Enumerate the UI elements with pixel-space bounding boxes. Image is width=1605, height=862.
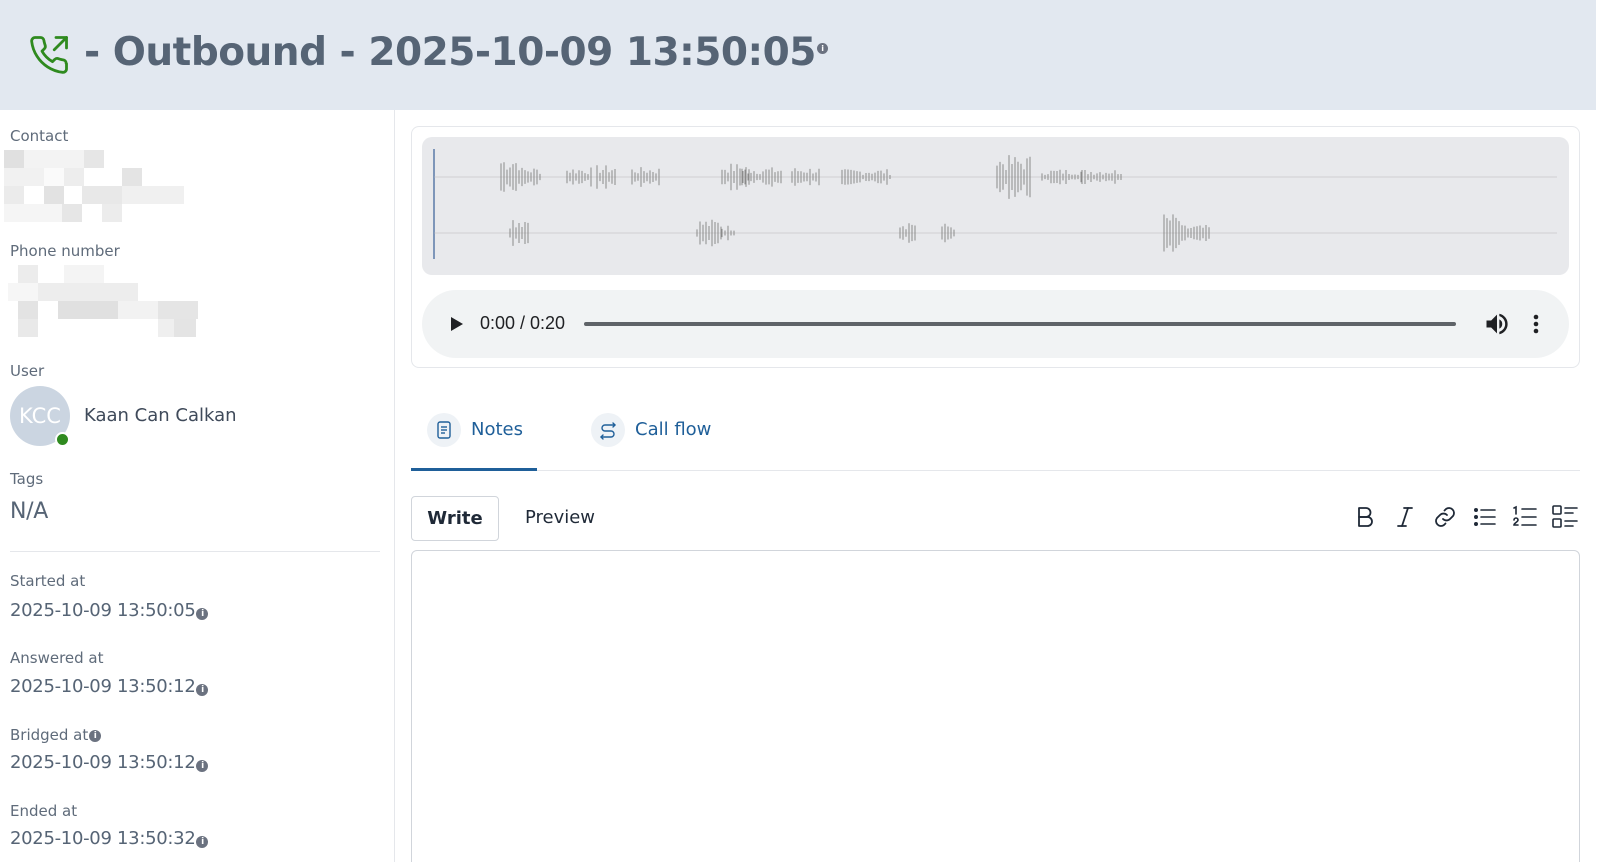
tags-value: N/A xyxy=(10,499,49,524)
info-icon[interactable]: i xyxy=(196,684,209,696)
bridged-at-label: Bridged at i xyxy=(10,726,102,744)
contact-redacted xyxy=(4,150,184,222)
more-options-icon[interactable] xyxy=(1525,310,1547,338)
audio-player: 0:00 / 0:20 xyxy=(422,290,1569,358)
info-icon[interactable]: i xyxy=(196,760,209,772)
numbered-list-icon[interactable] xyxy=(1511,503,1539,531)
call-details-sidebar: Contact Phone number User xyxy=(0,110,395,862)
ended-at-value: 2025-10-09 13:50:32 i xyxy=(10,828,209,849)
info-icon[interactable]: i xyxy=(89,729,102,742)
info-icon[interactable]: i xyxy=(196,836,209,848)
answered-at-value: 2025-10-09 13:50:12 i xyxy=(10,676,209,697)
waveform-graphic[interactable] xyxy=(422,137,1569,275)
user-label: User xyxy=(10,362,45,380)
detail-tabs: Notes Call flow xyxy=(411,391,1580,471)
tab-call-flow[interactable]: Call flow xyxy=(575,391,715,471)
volume-icon[interactable] xyxy=(1483,310,1511,338)
answered-at-label: Answered at xyxy=(10,649,104,667)
online-status-indicator xyxy=(55,432,70,447)
playback-time: 0:00 / 0:20 xyxy=(480,313,566,333)
tab-call-flow-label: Call flow xyxy=(635,419,712,440)
ended-at-label: Ended at xyxy=(10,802,78,820)
info-icon[interactable]: i xyxy=(816,43,828,54)
info-icon[interactable]: i xyxy=(196,608,209,620)
tab-notes-label: Notes xyxy=(471,419,523,440)
bullet-list-icon[interactable] xyxy=(1471,503,1499,531)
link-icon[interactable] xyxy=(1431,503,1459,531)
seek-bar[interactable] xyxy=(584,322,1456,326)
tab-notes[interactable]: Notes xyxy=(411,391,537,471)
bridged-at-value: 2025-10-09 13:50:12 i xyxy=(10,752,209,773)
page-header: - Outbound - 2025-10-09 13:50:05 i xyxy=(0,0,1596,110)
started-at-label: Started at xyxy=(10,572,86,590)
italic-icon[interactable] xyxy=(1391,503,1419,531)
waveform[interactable] xyxy=(422,137,1569,275)
bold-icon[interactable] xyxy=(1351,503,1379,531)
document-icon xyxy=(427,413,461,447)
started-at-value: 2025-10-09 13:50:05 i xyxy=(10,600,209,621)
write-tab-button[interactable]: Write xyxy=(411,496,499,541)
contact-label: Contact xyxy=(10,127,69,145)
notes-editor[interactable] xyxy=(411,550,1580,862)
tags-label: Tags xyxy=(10,470,44,488)
preview-tab-button[interactable]: Preview xyxy=(510,496,610,541)
phone-number-label: Phone number xyxy=(10,242,120,260)
recording-card: 0:00 / 0:20 xyxy=(411,126,1580,368)
page-title: - Outbound - 2025-10-09 13:50:05 i xyxy=(84,30,828,75)
task-list-icon[interactable] xyxy=(1551,503,1579,531)
user-name: Kaan Can Calkan xyxy=(84,405,237,426)
sidebar-divider xyxy=(10,551,380,552)
phone-number-redacted xyxy=(8,265,198,337)
flow-icon xyxy=(591,413,625,447)
phone-outgoing-icon xyxy=(30,36,68,74)
play-icon[interactable] xyxy=(444,312,468,336)
